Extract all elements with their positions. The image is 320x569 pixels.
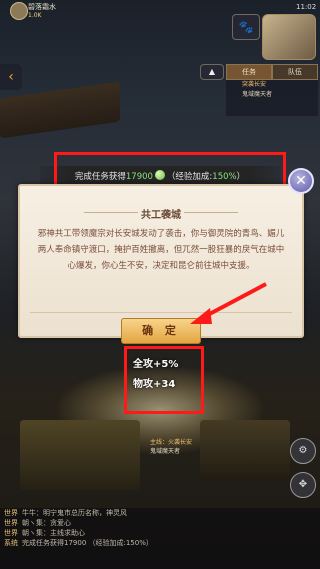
expand-icon[interactable]: ▲: [200, 64, 224, 80]
chat-line: 世界 朝ヽ集：主线求助心: [4, 529, 85, 537]
quest-desc: 鬼域魔天者: [242, 91, 273, 98]
dialog-title: 共工袭城: [141, 210, 181, 221]
chat-panel[interactable]: 世界 牛牛：明宁鬼市总历名称，神灵风 世界 朝ヽ集：贪爱心 世界 朝ヽ集：主线求助心 …: [0, 508, 320, 569]
stat-gain-panel: 全攻+5% 物攻+34: [125, 350, 201, 412]
npc-portrait[interactable]: [262, 14, 316, 60]
player-name: 碧落霜水: [28, 3, 56, 11]
chat-line: 世界 牛牛：明宁鬼市总历名称，神灵风: [4, 509, 127, 517]
quest-title: 突袭长安: [242, 81, 267, 88]
tab-task[interactable]: 任务: [226, 64, 272, 80]
stat-gain-line2: 物攻+34: [133, 379, 176, 390]
player-level: 1.0K: [28, 12, 42, 19]
close-icon[interactable]: ✕: [288, 168, 314, 194]
dpad-icon[interactable]: ✥: [290, 472, 316, 498]
tab-team[interactable]: 队伍: [272, 64, 318, 80]
gear-icon[interactable]: ⚙: [290, 438, 316, 464]
arrow-icon: [190, 282, 267, 324]
player-avatar[interactable]: [10, 2, 28, 20]
mid-quest-desc: 鬼域魔天者: [150, 448, 181, 455]
chat-line: 世界 朝ヽ集：贪爱心: [4, 519, 71, 527]
stat-gain-line1: 全攻+5%: [133, 359, 179, 370]
mid-quest-hint[interactable]: 主线：火袭长安 鬼域魔天者: [150, 438, 192, 456]
clock-time: 11:02: [296, 3, 317, 11]
dialog-body: 邪神共工带领魔宗对长安城发动了袭击，你与御灵院的青鸟、媚儿两人奉命镇守渡口，掩护…: [37, 229, 285, 271]
title-divider-right: [184, 212, 238, 213]
task-team-tabs: 任务 队伍: [226, 64, 318, 80]
pet-icon[interactable]: 🐾: [232, 14, 260, 40]
back-arrow-icon[interactable]: ‹: [0, 64, 22, 90]
mid-quest-title: 主线：火袭长安: [150, 439, 193, 446]
chat-line: 系统 完成任务获得17900 （经验加成:150%）: [4, 539, 153, 547]
quest-tracker[interactable]: 突袭长安 鬼域魔天者: [226, 80, 318, 116]
